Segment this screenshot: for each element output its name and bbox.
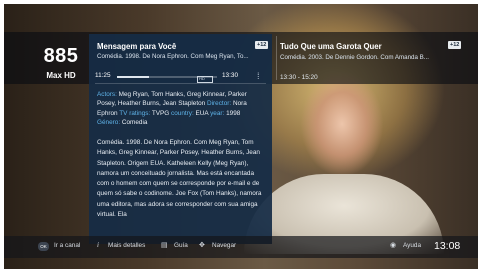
program-synopsis: Comédia. 1998. De Nora Ephron. Com Meg R… — [97, 139, 262, 219]
actors-label: Actors: — [97, 91, 117, 98]
more-details-hint[interactable]: Mais detalles — [108, 242, 145, 249]
guide-hint[interactable]: Guía — [174, 242, 188, 249]
country-value: EUA — [193, 109, 211, 117]
next-program-meta: Comédia. 2003. De Dennie Gordon. Com Ama… — [280, 54, 429, 61]
divider — [95, 83, 266, 84]
guide-icon: ▤ — [161, 242, 168, 249]
age-rating-badge: +12 — [255, 41, 269, 49]
end-time: 13:30 — [222, 72, 238, 79]
tv-ratings-value: TVPG — [150, 109, 172, 117]
tv-ratings-label: TV ratings: — [119, 109, 151, 117]
progress-fill — [117, 76, 149, 78]
start-time: 11:25 — [95, 72, 111, 79]
bottom-help-bar: OK Ir a canal i Mais detalles ▤ Guía ✥ N… — [4, 236, 478, 258]
help-eye-icon: ◉ — [390, 242, 397, 249]
year-value: 1998 — [224, 109, 241, 117]
ok-key-icon: OK — [38, 242, 49, 251]
divider — [276, 36, 277, 80]
next-program-title: Tudo Que uma Garota Quer — [280, 42, 382, 51]
go-channel-hint[interactable]: Ir a canal — [54, 242, 80, 249]
navigate-dpad-icon: ✥ — [199, 242, 205, 249]
current-program-meta: Comédia. 1998. De Nora Ephron. Com Meg R… — [97, 53, 249, 60]
progress-track: HD — [117, 76, 217, 83]
info-icon: i — [97, 241, 99, 249]
current-program-panel[interactable]: Mensagem para Você +12 Comédia. 1998. De… — [89, 34, 272, 244]
tv-screen: 885 Max HD Mensagem para Você +12 Comédi… — [4, 4, 478, 269]
clock: 13:08 — [434, 240, 461, 252]
hd-logo-icon: HD — [197, 76, 213, 83]
more-options-icon[interactable]: ⁞ — [257, 71, 260, 81]
navigate-hint[interactable]: Navegar — [212, 242, 236, 249]
genre-value: Comedia — [120, 118, 148, 126]
age-rating-badge: +12 — [448, 41, 462, 49]
channel-name: Max HD — [46, 71, 76, 80]
help-hint[interactable]: Ayuda — [403, 242, 421, 249]
program-credits: Actors: Meg Ryan, Tom Hanks, Greg Kinnea… — [97, 90, 267, 127]
country-label: country: — [171, 109, 194, 117]
year-label: year: — [210, 109, 225, 117]
genre-label: Género: — [97, 118, 121, 126]
program-progress: 11:25 HD 13:30 ⁞ — [89, 69, 272, 83]
next-program-time: 13:30 - 15:20 — [280, 74, 318, 81]
director-label: Director: — [207, 100, 232, 108]
current-program-title: Mensagem para Você — [97, 42, 177, 51]
channel-number: 885 — [43, 45, 79, 67]
